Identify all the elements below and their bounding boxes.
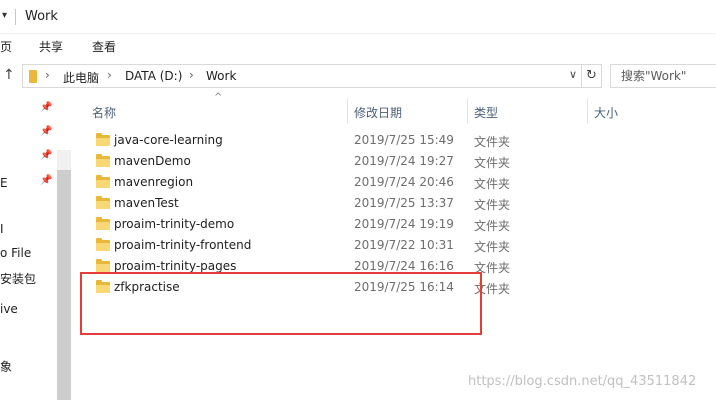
folder-icon bbox=[29, 70, 39, 83]
breadcrumb-work[interactable]: Work bbox=[206, 69, 236, 83]
file-date: 2019/7/25 13:37 bbox=[354, 196, 454, 210]
column-date-label: 修改日期 bbox=[354, 106, 403, 120]
address-row: ↑ › 此电脑 › DATA (D:) › Work ∨ ↻ 搜索"Work" bbox=[0, 62, 716, 90]
nav-item[interactable]: 安装包 bbox=[0, 270, 36, 287]
breadcrumb-this-pc[interactable]: 此电脑 bbox=[63, 69, 99, 86]
list-item[interactable]: java-core-learning 2019/7/25 15:49 文件夹 bbox=[86, 130, 526, 151]
file-type: 文件夹 bbox=[474, 177, 511, 191]
folder-icon bbox=[96, 259, 110, 272]
nav-item[interactable]: E bbox=[0, 176, 8, 190]
file-name: proaim-trinity-frontend bbox=[114, 238, 252, 252]
column-type-label: 类型 bbox=[474, 106, 499, 120]
pin-icon[interactable]: 📌 bbox=[40, 102, 52, 113]
file-name: java-core-learning bbox=[114, 133, 223, 147]
file-name: mavenregion bbox=[114, 175, 194, 189]
nav-item[interactable]: o File bbox=[0, 246, 31, 260]
file-name: mavenTest bbox=[114, 196, 179, 210]
file-name: proaim-trinity-pages bbox=[114, 259, 237, 273]
nav-item[interactable]: I bbox=[0, 222, 4, 236]
file-date: 2019/7/24 16:16 bbox=[354, 259, 454, 273]
quick-access-dropdown-icon[interactable]: ▾ bbox=[2, 10, 7, 21]
column-size-label: 大小 bbox=[594, 106, 619, 120]
file-type: 文件夹 bbox=[474, 135, 511, 149]
folder-icon bbox=[96, 133, 110, 146]
pin-icon[interactable]: 📌 bbox=[40, 150, 52, 161]
up-arrow-icon[interactable]: ↑ bbox=[3, 67, 15, 83]
watermark: https://blog.csdn.net/qq_43511842 bbox=[468, 374, 697, 389]
tab-share[interactable]: 共享 bbox=[39, 38, 63, 55]
breadcrumb-chevron-icon[interactable]: › bbox=[45, 68, 50, 82]
file-name: mavenDemo bbox=[114, 154, 191, 168]
list-item[interactable]: mavenTest 2019/7/25 13:37 文件夹 bbox=[86, 193, 526, 214]
column-headers: ^ 名称 修改日期 类型 大小 bbox=[74, 92, 716, 124]
window-title: Work bbox=[25, 9, 58, 24]
file-type: 文件夹 bbox=[474, 240, 511, 254]
list-item[interactable]: mavenregion 2019/7/24 20:46 文件夹 bbox=[86, 172, 526, 193]
title-bar: ▾ Work bbox=[0, 0, 716, 34]
list-item[interactable]: proaim-trinity-frontend 2019/7/22 10:31 … bbox=[86, 235, 526, 256]
refresh-icon[interactable]: ↻ bbox=[582, 64, 602, 88]
file-type: 文件夹 bbox=[474, 219, 511, 233]
ribbon-tabs: 页 共享 查看 bbox=[0, 34, 716, 60]
search-input[interactable]: 搜索"Work" bbox=[610, 64, 716, 88]
file-type: 文件夹 bbox=[474, 198, 511, 212]
tab-view[interactable]: 查看 bbox=[92, 38, 116, 55]
tab-home[interactable]: 页 bbox=[0, 38, 12, 55]
list-item[interactable]: mavenDemo 2019/7/24 19:27 文件夹 bbox=[86, 151, 526, 172]
breadcrumb-drive[interactable]: DATA (D:) bbox=[125, 69, 182, 83]
nav-item[interactable]: 象 bbox=[0, 358, 12, 375]
pin-icon[interactable]: 📌 bbox=[40, 175, 52, 186]
address-bar[interactable]: › 此电脑 › DATA (D:) › Work ∨ bbox=[22, 64, 582, 88]
file-date: 2019/7/24 19:19 bbox=[354, 217, 454, 231]
breadcrumb-chevron-icon[interactable]: › bbox=[107, 68, 112, 82]
list-item[interactable]: proaim-trinity-demo 2019/7/24 19:19 文件夹 bbox=[86, 214, 526, 235]
file-type: 文件夹 bbox=[474, 156, 511, 170]
folder-icon bbox=[96, 196, 110, 209]
highlight-box bbox=[80, 272, 482, 335]
nav-item[interactable]: ive bbox=[0, 302, 18, 316]
column-name-label: 名称 bbox=[92, 106, 117, 120]
file-date: 2019/7/22 10:31 bbox=[354, 238, 454, 252]
pin-icon[interactable]: 📌 bbox=[40, 126, 52, 137]
folder-icon bbox=[96, 175, 110, 188]
sort-ascending-icon: ^ bbox=[214, 92, 223, 103]
file-name: proaim-trinity-demo bbox=[114, 217, 235, 231]
file-date: 2019/7/24 19:27 bbox=[354, 154, 454, 168]
column-name[interactable]: ^ 名称 bbox=[86, 92, 348, 124]
column-type[interactable]: 类型 bbox=[468, 98, 588, 124]
file-date: 2019/7/25 15:49 bbox=[354, 133, 454, 147]
nav-scrollbar[interactable] bbox=[57, 150, 71, 400]
column-size[interactable]: 大小 bbox=[588, 98, 716, 124]
breadcrumb-chevron-icon[interactable]: › bbox=[189, 68, 194, 82]
title-separator bbox=[15, 9, 16, 25]
address-dropdown-icon[interactable]: ∨ bbox=[569, 68, 577, 81]
nav-scrollbar-thumb[interactable] bbox=[57, 170, 71, 400]
folder-icon bbox=[96, 217, 110, 230]
column-date[interactable]: 修改日期 bbox=[348, 98, 468, 124]
file-date: 2019/7/24 20:46 bbox=[354, 175, 454, 189]
folder-icon bbox=[96, 154, 110, 167]
folder-icon bbox=[96, 238, 110, 251]
